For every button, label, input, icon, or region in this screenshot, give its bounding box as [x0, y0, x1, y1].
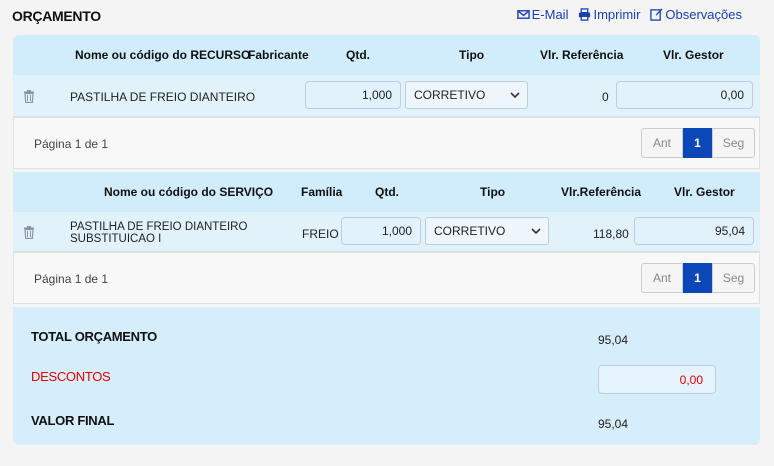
service-type-select[interactable]: CORRETIVO [425, 217, 549, 245]
resource-name: PASTILHA DE FREIO DIANTEIRO [70, 90, 256, 104]
header-actions: E-Mail Imprimir Observações [516, 7, 742, 22]
col-type: Tipo [480, 185, 506, 199]
col-type: Tipo [459, 48, 485, 62]
service-qty-input[interactable]: 1,000 [341, 217, 421, 245]
services-table: Nome ou código do SERVIÇO Família Qtd. T… [13, 172, 760, 304]
col-qty: Qtd. [346, 48, 370, 62]
service-name: PASTILHA DE FREIO DIANTEIRO SUBSTITUICAO… [70, 221, 248, 245]
prev-page-button[interactable]: Ant [641, 128, 683, 158]
final-label: VALOR FINAL [31, 413, 115, 428]
table-row: PASTILHA DE FREIO DIANTEIRO 1,000 CORRET… [13, 75, 760, 117]
col-resource-name: Nome ou código do RECURSO [75, 48, 251, 62]
current-page-button[interactable]: 1 [683, 263, 712, 293]
col-manufacturer: Fabricante [248, 48, 309, 62]
notes-label: Observações [665, 7, 742, 22]
resource-type-value: CORRETIVO [414, 88, 486, 102]
page-title: ORÇAMENTO [12, 8, 101, 24]
resources-pagination: Página 1 de 1 Ant 1 Seg [13, 117, 760, 169]
resources-table: Nome ou código do RECURSO Fabricante Qtd… [13, 35, 760, 169]
trash-icon[interactable] [23, 226, 35, 239]
email-label: E-Mail [531, 7, 569, 22]
total-value: 95,04 [598, 333, 629, 347]
resources-header: Nome ou código do RECURSO Fabricante Qtd… [13, 35, 760, 75]
print-button[interactable]: Imprimir [578, 7, 640, 22]
email-button[interactable]: E-Mail [516, 7, 569, 22]
final-value: 95,04 [598, 417, 629, 431]
services-pagination: Página 1 de 1 Ant 1 Seg [13, 252, 760, 304]
col-manager-value: Vlr. Gestor [663, 48, 724, 62]
envelope-icon [516, 10, 530, 19]
prev-page-button[interactable]: Ant [641, 263, 683, 293]
discount-input[interactable]: 0,00 [598, 365, 716, 394]
page-info: Página 1 de 1 [34, 137, 109, 151]
next-page-button[interactable]: Seg [712, 128, 755, 158]
page-info: Página 1 de 1 [34, 272, 109, 286]
resource-ref-value: 0 [602, 90, 609, 104]
service-type-value: CORRETIVO [434, 224, 506, 238]
chevron-down-icon [531, 228, 541, 235]
resource-manager-value-input[interactable]: 0,00 [616, 81, 753, 109]
notes-button[interactable]: Observações [650, 7, 742, 22]
services-header: Nome ou código do SERVIÇO Família Qtd. T… [13, 172, 760, 212]
col-manager-value: Vlr. Gestor [674, 185, 735, 199]
col-service-name: Nome ou código do SERVIÇO [104, 185, 274, 199]
table-row: PASTILHA DE FREIO DIANTEIRO SUBSTITUICAO… [13, 212, 760, 252]
resource-qty-input[interactable]: 1,000 [305, 81, 401, 109]
edit-icon [650, 8, 663, 21]
discount-label: DESCONTOS [31, 369, 111, 384]
printer-icon [579, 8, 591, 21]
resource-type-select[interactable]: CORRETIVO [405, 81, 528, 109]
service-manager-value-input[interactable]: 95,04 [634, 217, 754, 245]
col-family: Família [301, 185, 343, 199]
service-family: FREIO [302, 227, 339, 241]
next-page-button[interactable]: Seg [712, 263, 755, 293]
current-page-button[interactable]: 1 [683, 128, 712, 158]
chevron-down-icon [510, 92, 520, 99]
service-ref-value: 118,80 [593, 227, 629, 241]
trash-icon[interactable] [23, 90, 35, 103]
col-ref-value: Vlr.Referência [561, 185, 642, 199]
totals-panel: TOTAL ORÇAMENTO 95,04 DESCONTOS 0,00 VAL… [13, 307, 760, 445]
col-qty: Qtd. [375, 185, 399, 199]
print-label: Imprimir [593, 7, 641, 22]
total-label: TOTAL ORÇAMENTO [31, 329, 157, 344]
col-ref-value: Vlr. Referência [540, 48, 624, 62]
